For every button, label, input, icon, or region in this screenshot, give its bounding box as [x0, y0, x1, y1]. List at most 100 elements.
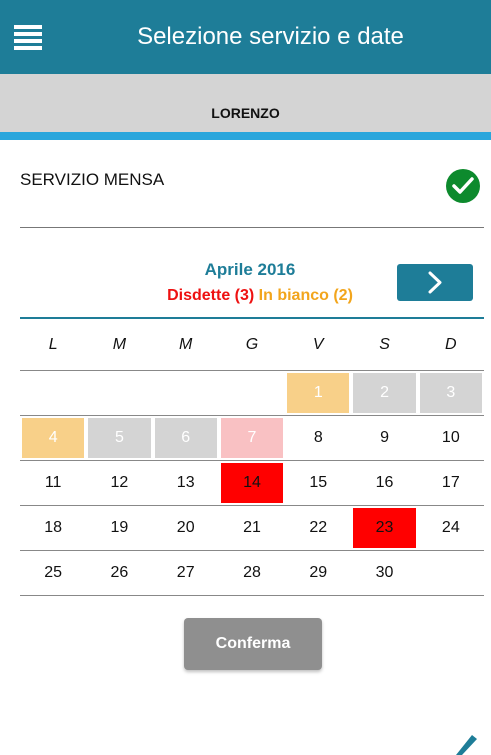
calendar-day[interactable]: 17 — [418, 461, 484, 505]
service-label: SERVIZIO MENSA — [20, 170, 165, 189]
weekday-label: M — [112, 335, 127, 353]
calendar-day[interactable]: 8 — [285, 416, 351, 460]
pencil-icon[interactable] — [450, 732, 480, 755]
day-number: 27 — [176, 564, 195, 581]
service-row[interactable]: SERVIZIO MENSA — [0, 140, 491, 228]
weekday-header: L M M G V S D — [20, 319, 484, 371]
service-divider — [20, 227, 484, 228]
day-number: 13 — [176, 474, 195, 491]
calendar-day[interactable]: 13 — [153, 461, 219, 505]
day-background — [155, 373, 217, 413]
calendar-day[interactable]: 10 — [418, 416, 484, 460]
calendar-day[interactable]: 15 — [285, 461, 351, 505]
check-circle-icon[interactable] — [446, 169, 480, 203]
hamburger-menu-icon[interactable] — [14, 25, 42, 51]
day-number: 12 — [110, 474, 129, 491]
month-title: Aprile 2016 — [204, 260, 296, 279]
day-background — [88, 373, 150, 413]
weekday-label: G — [245, 335, 259, 353]
calendar-day[interactable]: 22 — [285, 506, 351, 550]
day-number: 8 — [313, 429, 323, 446]
day-number: 25 — [44, 564, 63, 581]
day-number: 2 — [380, 384, 389, 401]
student-name: LORENZO — [211, 105, 280, 121]
calendar-week-row: 1 2 3 — [20, 371, 484, 416]
calendar-day[interactable]: 7 — [219, 416, 285, 460]
calendar-day[interactable]: 1 — [285, 371, 351, 415]
calendar-day[interactable]: 11 — [20, 461, 86, 505]
day-number: 30 — [375, 564, 394, 581]
calendar-day[interactable]: 3 — [418, 371, 484, 415]
next-month-button[interactable] — [397, 264, 473, 301]
calendar-week-row: 25 26 27 28 29 30 — [20, 551, 484, 596]
calendar-day[interactable]: 9 — [351, 416, 417, 460]
calendar-empty-cell — [418, 551, 484, 595]
day-number: 18 — [44, 519, 63, 536]
calendar-day[interactable]: 27 — [153, 551, 219, 595]
legend-white-meals: In bianco (2) — [258, 287, 353, 304]
day-number: 17 — [441, 474, 460, 491]
calendar-empty-cell — [20, 371, 86, 415]
weekday-label: D — [445, 335, 457, 353]
day-number: 9 — [380, 429, 389, 446]
day-number: 19 — [110, 519, 129, 536]
day-number: 23 — [375, 519, 394, 536]
calendar-day[interactable]: 18 — [20, 506, 86, 550]
calendar-day[interactable]: 26 — [86, 551, 152, 595]
calendar-empty-cell — [86, 371, 152, 415]
day-number: 29 — [309, 564, 328, 581]
calendar-day[interactable]: 30 — [351, 551, 417, 595]
day-number: 10 — [441, 429, 460, 446]
calendar-day[interactable]: 14 — [219, 461, 285, 505]
calendar-day[interactable]: 19 — [86, 506, 152, 550]
confirm-button[interactable]: Conferma — [184, 618, 322, 670]
chevron-right-icon — [428, 271, 442, 294]
calendar-empty-cell — [153, 371, 219, 415]
calendar-week-row: 4 5 6 7 8 9 10 — [20, 416, 484, 461]
day-number: 4 — [48, 429, 58, 446]
calendar-day[interactable]: 16 — [351, 461, 417, 505]
app-bar: Selezione servizio e date — [0, 0, 491, 74]
weekday-label: M — [179, 335, 193, 353]
day-number: 11 — [44, 474, 62, 491]
calendar-legend: Disdette (3) In bianco (2) — [110, 287, 410, 305]
calendar-day[interactable]: 4 — [20, 416, 86, 460]
calendar-day[interactable]: 21 — [219, 506, 285, 550]
legend-cancellations: Disdette (3) — [167, 287, 255, 304]
student-header: LORENZO — [0, 74, 491, 132]
calendar-day[interactable]: 6 — [153, 416, 219, 460]
calendar-week-row: 11 12 13 14 15 16 17 — [20, 461, 484, 506]
page-title: Selezione servizio e date — [137, 23, 404, 50]
weekday-label: S — [379, 335, 390, 353]
day-number: 28 — [243, 564, 261, 581]
day-number: 7 — [247, 429, 257, 446]
day-number: 6 — [181, 429, 191, 446]
calendar-day[interactable]: 12 — [86, 461, 152, 505]
day-number: 15 — [309, 474, 328, 491]
calendar-day[interactable]: 20 — [153, 506, 219, 550]
day-number: 24 — [441, 519, 460, 536]
calendar-day[interactable]: 29 — [285, 551, 351, 595]
calendar: L M M G V S D 1 2 3 4 5 6 7 8 9 10 11 12 13 14 15 16 17 1… — [20, 319, 484, 596]
day-number: 1 — [313, 384, 323, 401]
calendar-day[interactable]: 24 — [418, 506, 484, 550]
day-background — [221, 373, 283, 413]
weekday-label: L — [48, 335, 58, 353]
day-background — [420, 553, 482, 593]
weekday-label: V — [312, 335, 324, 353]
day-number: 5 — [114, 429, 124, 446]
calendar-day[interactable]: 28 — [219, 551, 285, 595]
calendar-day[interactable]: 2 — [351, 371, 417, 415]
day-number: 16 — [375, 474, 394, 491]
calendar-day[interactable]: 25 — [20, 551, 86, 595]
calendar-day[interactable]: 5 — [86, 416, 152, 460]
day-number: 22 — [309, 519, 328, 536]
student-divider — [0, 132, 491, 140]
day-number: 21 — [243, 519, 261, 536]
day-number: 26 — [110, 564, 129, 581]
calendar-day[interactable]: 23 — [351, 506, 417, 550]
calendar-weeks: 1 2 3 4 5 6 7 8 9 10 11 12 13 14 15 16 17 18 19 20 21 22 23 24 2… — [20, 371, 484, 596]
calendar-empty-cell — [219, 371, 285, 415]
day-number: 3 — [446, 384, 456, 401]
day-background — [22, 373, 84, 413]
